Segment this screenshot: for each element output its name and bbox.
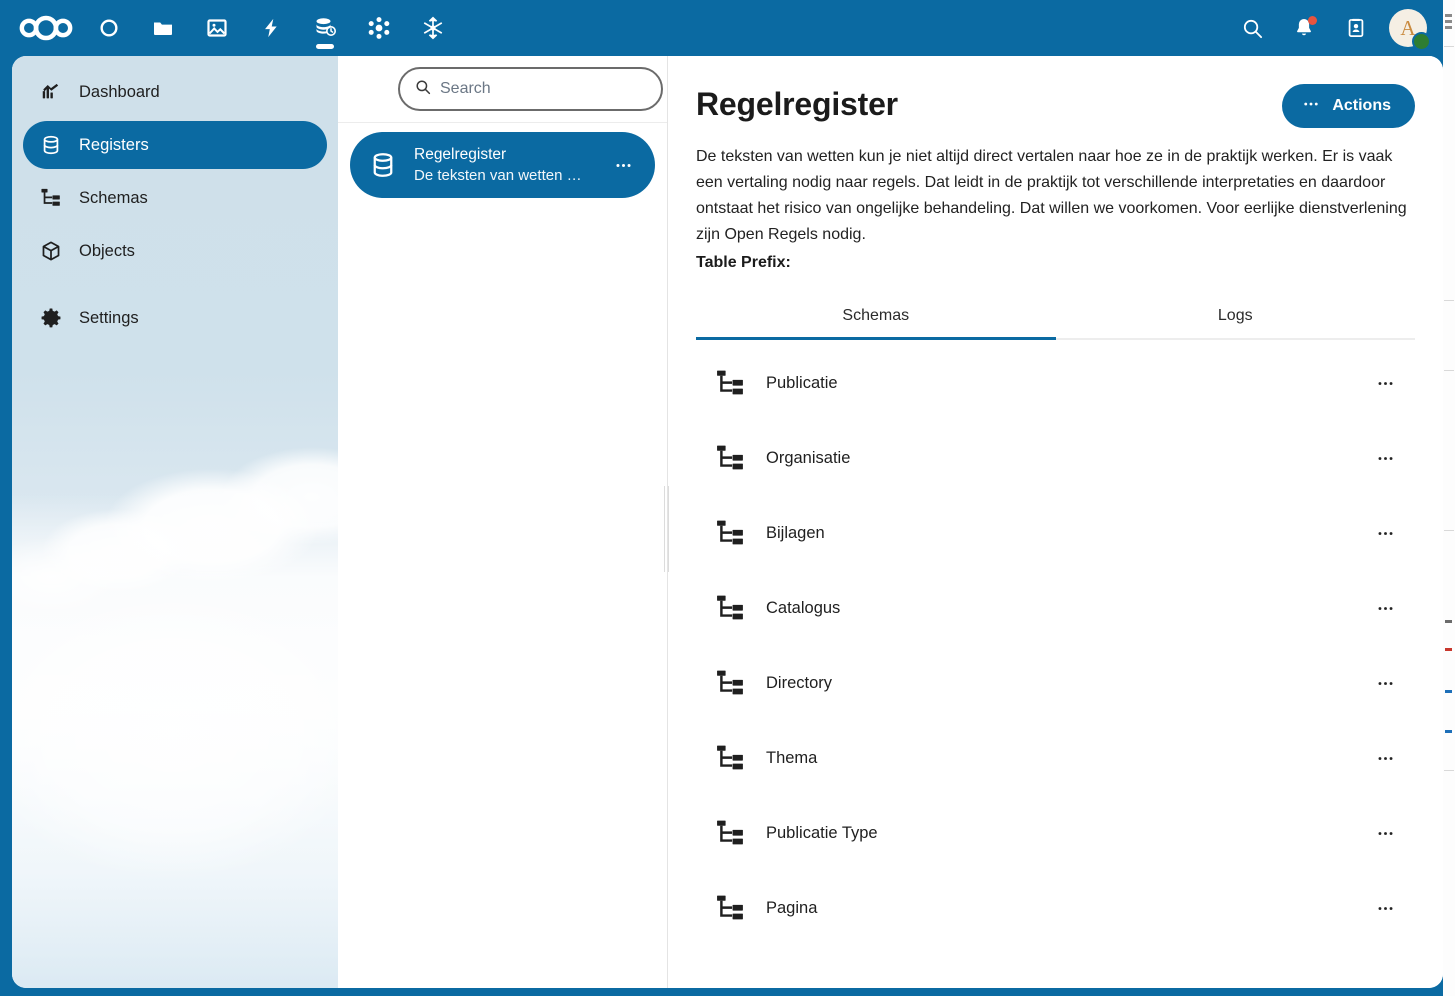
detail-tabs: Schemas Logs [696,297,1415,340]
schema-list: Publicatie Organisatie Bijlagen Catalogu… [696,340,1415,946]
notifications-bell-icon[interactable] [1281,5,1327,51]
register-description: De teksten van wetten kun je niet altijd… [696,148,1407,243]
register-list: Regelregister De teksten van wetten … [338,123,667,207]
sidebar-item-label: Registers [79,135,149,154]
header-actions: A [1229,0,1435,56]
schema-row-catalogus[interactable]: Catalogus [696,571,1415,646]
app-content-card: Dashboard Registers Schemas Objects Sett… [12,56,1443,988]
schema-row-more-options-button[interactable] [1367,366,1403,402]
user-avatar[interactable]: A [1389,9,1431,51]
opencatalogi-app-icon[interactable] [352,0,406,56]
gear-icon [40,307,62,329]
table-prefix-label: Table Prefix: [696,254,791,271]
sidebar-item-label: Objects [79,241,135,260]
schema-name: Pagina [766,899,818,917]
list-item-title: Regelregister [414,146,507,163]
database-icon [368,150,398,180]
sitemap-icon [714,443,746,474]
schema-name: Publicatie [766,374,838,392]
search-input-wrapper[interactable] [398,67,663,111]
sidebar-item-registers[interactable]: Registers [23,121,327,169]
main-header: Regelregister Actions [696,84,1415,128]
schema-row-bijlagen[interactable]: Bijlagen [696,496,1415,571]
page-title: Regelregister [696,86,898,122]
header-app-list [0,0,460,56]
schema-row-directory[interactable]: Directory [696,646,1415,721]
online-status-indicator [1412,32,1431,51]
background-page-sliver [1443,0,1455,996]
sidebar-nav-list: Dashboard Registers Schemas Objects Sett… [12,56,338,342]
list-item-subtitle: De teksten van wetten … [414,167,582,184]
schema-name: Thema [766,749,818,767]
sitemap-icon [714,893,746,924]
tab-logs[interactable]: Logs [1056,297,1416,338]
nextcloud-logo[interactable] [10,0,82,56]
sitemap-icon [714,368,746,399]
sidebar-item-label: Settings [79,308,139,327]
schema-row-more-options-button[interactable] [1367,891,1403,927]
main-detail-panel: Regelregister Actions De teksten van wet… [668,56,1443,988]
schema-row-organisatie[interactable]: Organisatie [696,421,1415,496]
main-inner: Regelregister Actions De teksten van wet… [668,56,1443,988]
list-item-text: Regelregister De teksten van wetten … [414,144,589,186]
sidebar-item-label: Dashboard [79,82,160,101]
sitemap-icon [714,743,746,774]
panel-resize-handle[interactable] [662,486,671,572]
openconnector-app-icon[interactable] [406,0,460,56]
schema-row-more-options-button[interactable] [1367,816,1403,852]
list-search-header [338,56,697,123]
actions-button[interactable]: Actions [1282,84,1415,128]
sidebar-item-settings[interactable]: Settings [23,294,327,342]
schema-row-more-options-button[interactable] [1367,441,1403,477]
chart-icon [40,81,62,103]
sidebar-item-schemas[interactable]: Schemas [23,174,327,222]
schema-name: Bijlagen [766,524,825,542]
schema-row-more-options-button[interactable] [1367,591,1403,627]
dashboard-app-icon[interactable] [82,0,136,56]
schema-name: Organisatie [766,449,851,467]
sitemap-icon [714,593,746,624]
list-item-more-options-button[interactable] [605,147,641,183]
register-list-panel: Regelregister De teksten van wetten … [338,56,697,988]
schema-name: Catalogus [766,599,841,617]
schema-row-more-options-button[interactable] [1367,741,1403,777]
search-icon [414,78,432,101]
search-icon[interactable] [1229,5,1275,51]
sitemap-icon [40,187,62,209]
actions-button-label: Actions [1332,97,1391,114]
top-header-bar: A [0,0,1443,56]
navigation-sidebar: Dashboard Registers Schemas Objects Sett… [12,56,338,988]
application-window: A Dashboard Registers Schemas Objects Se… [0,0,1455,996]
schema-name: Directory [766,674,833,692]
tab-label: Schemas [842,307,910,324]
list-item-regelregister[interactable]: Regelregister De teksten van wetten … [350,132,655,198]
database-icon [40,134,62,156]
openregister-app-icon[interactable] [298,0,352,56]
photos-app-icon[interactable] [190,0,244,56]
sitemap-icon [714,518,746,549]
schema-row-more-options-button[interactable] [1367,666,1403,702]
sitemap-icon [714,668,746,699]
search-input[interactable] [440,80,647,98]
tab-schemas[interactable]: Schemas [696,297,1056,340]
schema-row-pagina[interactable]: Pagina [696,871,1415,946]
schema-row-publicatie[interactable]: Publicatie [696,346,1415,421]
schema-name: Publicatie Type [766,824,878,842]
schema-row-publicatie-type[interactable]: Publicatie Type [696,796,1415,871]
sidebar-item-objects[interactable]: Objects [23,227,327,275]
schema-row-more-options-button[interactable] [1367,516,1403,552]
activity-app-icon[interactable] [244,0,298,56]
dots-icon [1302,95,1320,118]
tab-label: Logs [1217,307,1253,324]
sitemap-icon [714,818,746,849]
schema-row-thema[interactable]: Thema [696,721,1415,796]
sidebar-item-dashboard[interactable]: Dashboard [23,68,327,116]
sidebar-item-label: Schemas [79,188,148,207]
notification-badge [1308,16,1317,25]
contacts-icon[interactable] [1333,5,1379,51]
cube-icon [40,240,62,262]
files-app-icon[interactable] [136,0,190,56]
